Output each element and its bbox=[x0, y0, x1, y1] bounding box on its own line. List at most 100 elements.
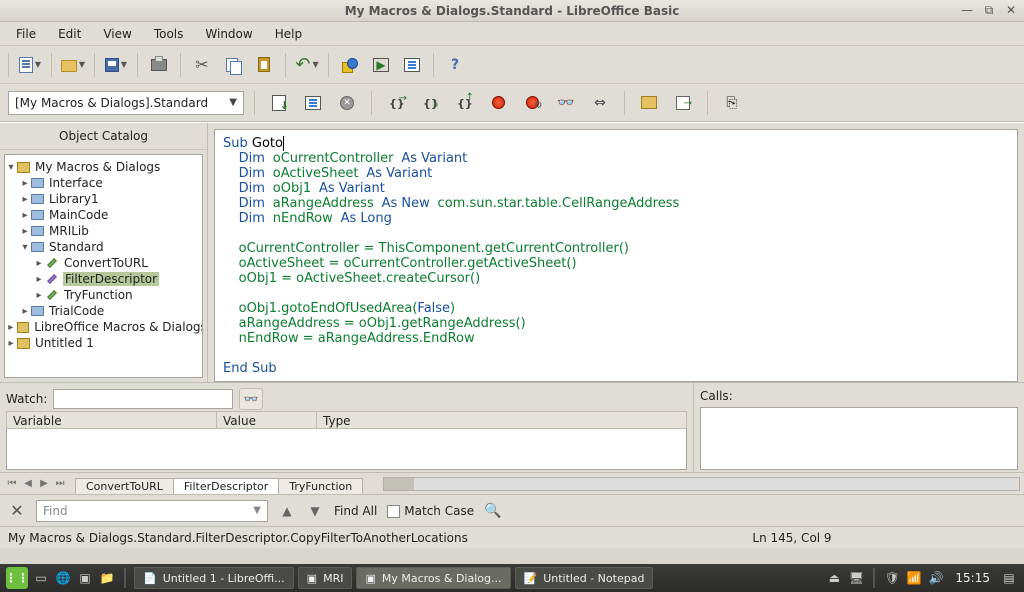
close-find-button[interactable]: ✕ bbox=[8, 501, 26, 520]
manage-breakpoints-button[interactable] bbox=[518, 89, 546, 117]
tray-shield-icon[interactable]: 🛡 bbox=[883, 569, 901, 587]
stop-button[interactable] bbox=[333, 89, 361, 117]
paste-button[interactable] bbox=[250, 51, 278, 79]
watch-col-type[interactable]: Type bbox=[317, 412, 686, 428]
export-icon bbox=[676, 96, 690, 110]
compile-button[interactable] bbox=[265, 89, 293, 117]
menu-tools[interactable]: Tools bbox=[144, 24, 194, 44]
watch-input[interactable] bbox=[53, 389, 233, 409]
tab-nav-first[interactable]: ⏮ bbox=[4, 476, 20, 492]
open-button[interactable]: ▼ bbox=[59, 51, 87, 79]
calls-body[interactable] bbox=[700, 407, 1018, 470]
minimize-button[interactable]: — bbox=[960, 3, 974, 17]
select-module-button[interactable] bbox=[398, 51, 426, 79]
run-basic-button[interactable] bbox=[367, 51, 395, 79]
taskbar-item-mri[interactable]: ▣MRI bbox=[298, 567, 353, 589]
modules-dialog-button[interactable] bbox=[669, 89, 697, 117]
new-button[interactable]: ▼ bbox=[16, 51, 44, 79]
menu-file[interactable]: File bbox=[6, 24, 46, 44]
step-into-button[interactable]: ↓ bbox=[416, 89, 444, 117]
tray-menu-icon[interactable]: ▤ bbox=[1000, 569, 1018, 587]
printer-icon bbox=[151, 59, 167, 71]
macros-button[interactable] bbox=[635, 89, 663, 117]
tree-item-interface[interactable]: ▸Interface bbox=[5, 175, 202, 191]
tray-network-icon[interactable]: 📶 bbox=[905, 569, 923, 587]
find-next-button[interactable]: ▼ bbox=[306, 502, 324, 520]
tab-filterdescriptor[interactable]: FilterDescriptor bbox=[173, 478, 279, 494]
start-menu-button[interactable]: ⋮⋮ bbox=[6, 567, 28, 589]
tree-root-untitled[interactable]: ▸Untitled 1 bbox=[5, 335, 202, 351]
tab-nav-prev[interactable]: ◀ bbox=[20, 476, 36, 492]
tab-tryfunction[interactable]: TryFunction bbox=[278, 478, 363, 494]
status-bar: My Macros & Dialogs.Standard.FilterDescr… bbox=[0, 526, 1024, 548]
match-case-checkbox[interactable]: Match Case bbox=[387, 504, 474, 518]
find-all-button[interactable]: Find All bbox=[334, 504, 377, 518]
code-editor[interactable]: Sub Goto Dim oCurrentController As Varia… bbox=[214, 129, 1018, 382]
menu-help[interactable]: Help bbox=[265, 24, 312, 44]
tree-item-library1[interactable]: ▸Library1 bbox=[5, 191, 202, 207]
select-macro-button[interactable] bbox=[299, 89, 327, 117]
show-desktop-button[interactable]: ▭ bbox=[32, 569, 50, 587]
step-over-button[interactable]: → bbox=[382, 89, 410, 117]
breakpoints-manage-icon bbox=[526, 96, 539, 109]
tree-item-mrilib[interactable]: ▸MRILib bbox=[5, 223, 202, 239]
taskbar-item-calc[interactable]: 📄Untitled 1 - LibreOffi... bbox=[134, 567, 294, 589]
taskbar-item-basic[interactable]: ▣My Macros & Dialog... bbox=[356, 567, 510, 589]
status-path: My Macros & Dialogs.Standard.FilterDescr… bbox=[8, 531, 568, 545]
menu-edit[interactable]: Edit bbox=[48, 24, 91, 44]
breakpoint-button[interactable] bbox=[484, 89, 512, 117]
tree-module-converttourl[interactable]: ▸ConvertToURL bbox=[5, 255, 202, 271]
cut-button[interactable] bbox=[188, 51, 216, 79]
tree-module-filterdescriptor[interactable]: ▸FilterDescriptor bbox=[5, 271, 202, 287]
close-button[interactable]: ✕ bbox=[1004, 3, 1018, 17]
menu-window[interactable]: Window bbox=[195, 24, 262, 44]
insert-shapes-button[interactable] bbox=[336, 51, 364, 79]
save-button[interactable]: ▼ bbox=[102, 51, 130, 79]
tray-volume-icon[interactable]: 🔊 bbox=[927, 569, 945, 587]
find-prev-button[interactable]: ▲ bbox=[278, 502, 296, 520]
step-out-button[interactable]: ↑ bbox=[450, 89, 478, 117]
files-launcher[interactable]: 📁 bbox=[98, 569, 116, 587]
tree-root-lo-macros[interactable]: ▸LibreOffice Macros & Dialogs bbox=[5, 319, 202, 335]
remove-watch-button[interactable]: 👓 bbox=[239, 388, 263, 410]
tray-display-icon[interactable]: 🖥 bbox=[847, 569, 865, 587]
tree-item-trialcode[interactable]: ▸TrialCode bbox=[5, 303, 202, 319]
maximize-button[interactable]: ⧉ bbox=[982, 3, 996, 17]
watch-calls-row: Watch: 👓 Variable Value Type Calls: bbox=[0, 382, 1024, 472]
help-button[interactable] bbox=[441, 51, 469, 79]
module-icon bbox=[47, 258, 57, 268]
horizontal-scrollbar[interactable] bbox=[383, 477, 1020, 491]
tab-nav-next[interactable]: ▶ bbox=[36, 476, 52, 492]
enable-watch-button[interactable]: 👓 bbox=[552, 89, 580, 117]
taskbar-clock[interactable]: 15:15 bbox=[949, 571, 996, 585]
tree-module-tryfunction[interactable]: ▸TryFunction bbox=[5, 287, 202, 303]
folder-icon bbox=[31, 210, 44, 220]
tree-item-maincode[interactable]: ▸MainCode bbox=[5, 207, 202, 223]
undo-button[interactable]: ▼ bbox=[293, 51, 321, 79]
tab-nav-last[interactable]: ⏭ bbox=[52, 476, 68, 492]
tray-removable-icon[interactable]: ⏏ bbox=[825, 569, 843, 587]
import-dialog-button[interactable]: ⎘ bbox=[718, 89, 746, 117]
scrollbar-thumb[interactable] bbox=[384, 478, 414, 490]
menu-view[interactable]: View bbox=[93, 24, 141, 44]
find-input[interactable]: Find ▼ bbox=[36, 500, 268, 522]
tree-root-my-macros[interactable]: ▾My Macros & Dialogs bbox=[5, 159, 202, 175]
watch-col-value[interactable]: Value bbox=[217, 412, 317, 428]
watch-body[interactable] bbox=[6, 429, 687, 470]
tab-converttourl[interactable]: ConvertToURL bbox=[75, 478, 174, 494]
find-search-icon[interactable]: 🔍 bbox=[484, 502, 502, 520]
object-catalog-button[interactable] bbox=[586, 89, 614, 117]
folder-icon bbox=[31, 242, 44, 252]
taskbar-item-notepad[interactable]: 📝Untitled - Notepad bbox=[515, 567, 654, 589]
object-catalog-panel: Object Catalog ▾My Macros & Dialogs ▸Int… bbox=[0, 123, 208, 382]
terminal-launcher[interactable]: ▣ bbox=[76, 569, 94, 587]
print-button[interactable] bbox=[145, 51, 173, 79]
copy-button[interactable] bbox=[219, 51, 247, 79]
library-combo[interactable]: [My Macros & Dialogs].Standard ▼ bbox=[8, 91, 244, 115]
tree-item-standard[interactable]: ▾Standard bbox=[5, 239, 202, 255]
document-icon bbox=[19, 57, 33, 73]
object-tree[interactable]: ▾My Macros & Dialogs ▸Interface ▸Library… bbox=[4, 154, 203, 378]
status-line-col: Ln 145, Col 9 bbox=[752, 531, 831, 545]
browser-launcher[interactable]: 🌐 bbox=[54, 569, 72, 587]
watch-col-variable[interactable]: Variable bbox=[7, 412, 217, 428]
